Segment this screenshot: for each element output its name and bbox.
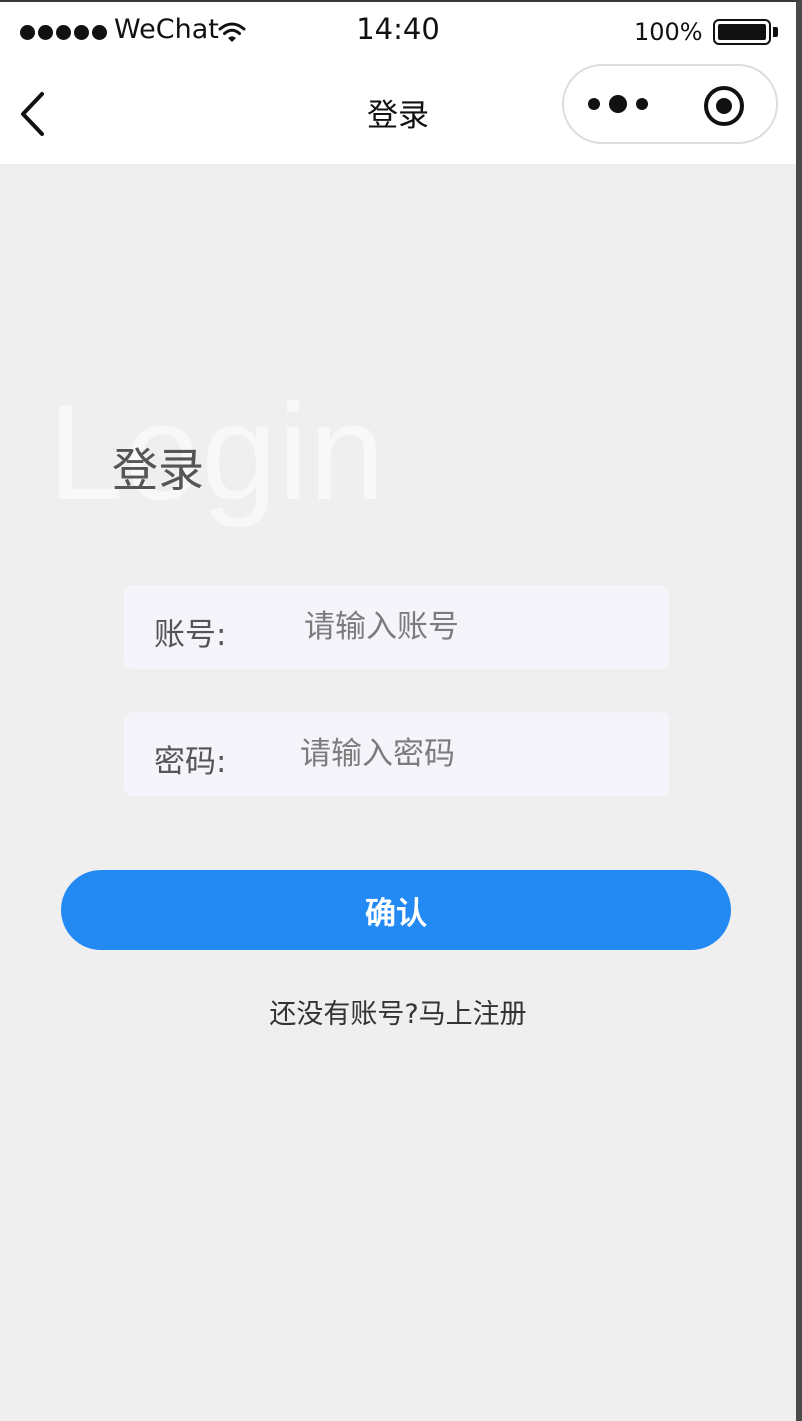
close-target-icon[interactable]: [702, 84, 746, 128]
battery-icon: [713, 19, 771, 45]
password-field: 密码:: [124, 712, 669, 796]
battery-percent: 100%: [634, 18, 703, 46]
password-input[interactable]: [300, 730, 630, 778]
account-label: 账号:: [154, 617, 227, 653]
status-bar: WeChat 14:40 100%: [0, 2, 796, 58]
confirm-button[interactable]: 确认: [61, 870, 731, 950]
account-input[interactable]: [304, 603, 634, 651]
background-login-text: Login: [48, 376, 386, 528]
phone-screen: WeChat 14:40 100% 登录 Login 登录 账号: 请输入账号 …: [0, 0, 802, 1421]
account-field: 账号:: [124, 585, 669, 669]
battery-tip: [773, 27, 778, 37]
navigation-bar: 登录: [0, 58, 796, 164]
mini-program-capsule: [562, 64, 778, 144]
login-title: 登录: [112, 443, 204, 497]
register-link[interactable]: 还没有账号?马上注册: [0, 992, 796, 1031]
more-dots-icon[interactable]: [584, 86, 656, 122]
password-label: 密码:: [154, 744, 227, 780]
